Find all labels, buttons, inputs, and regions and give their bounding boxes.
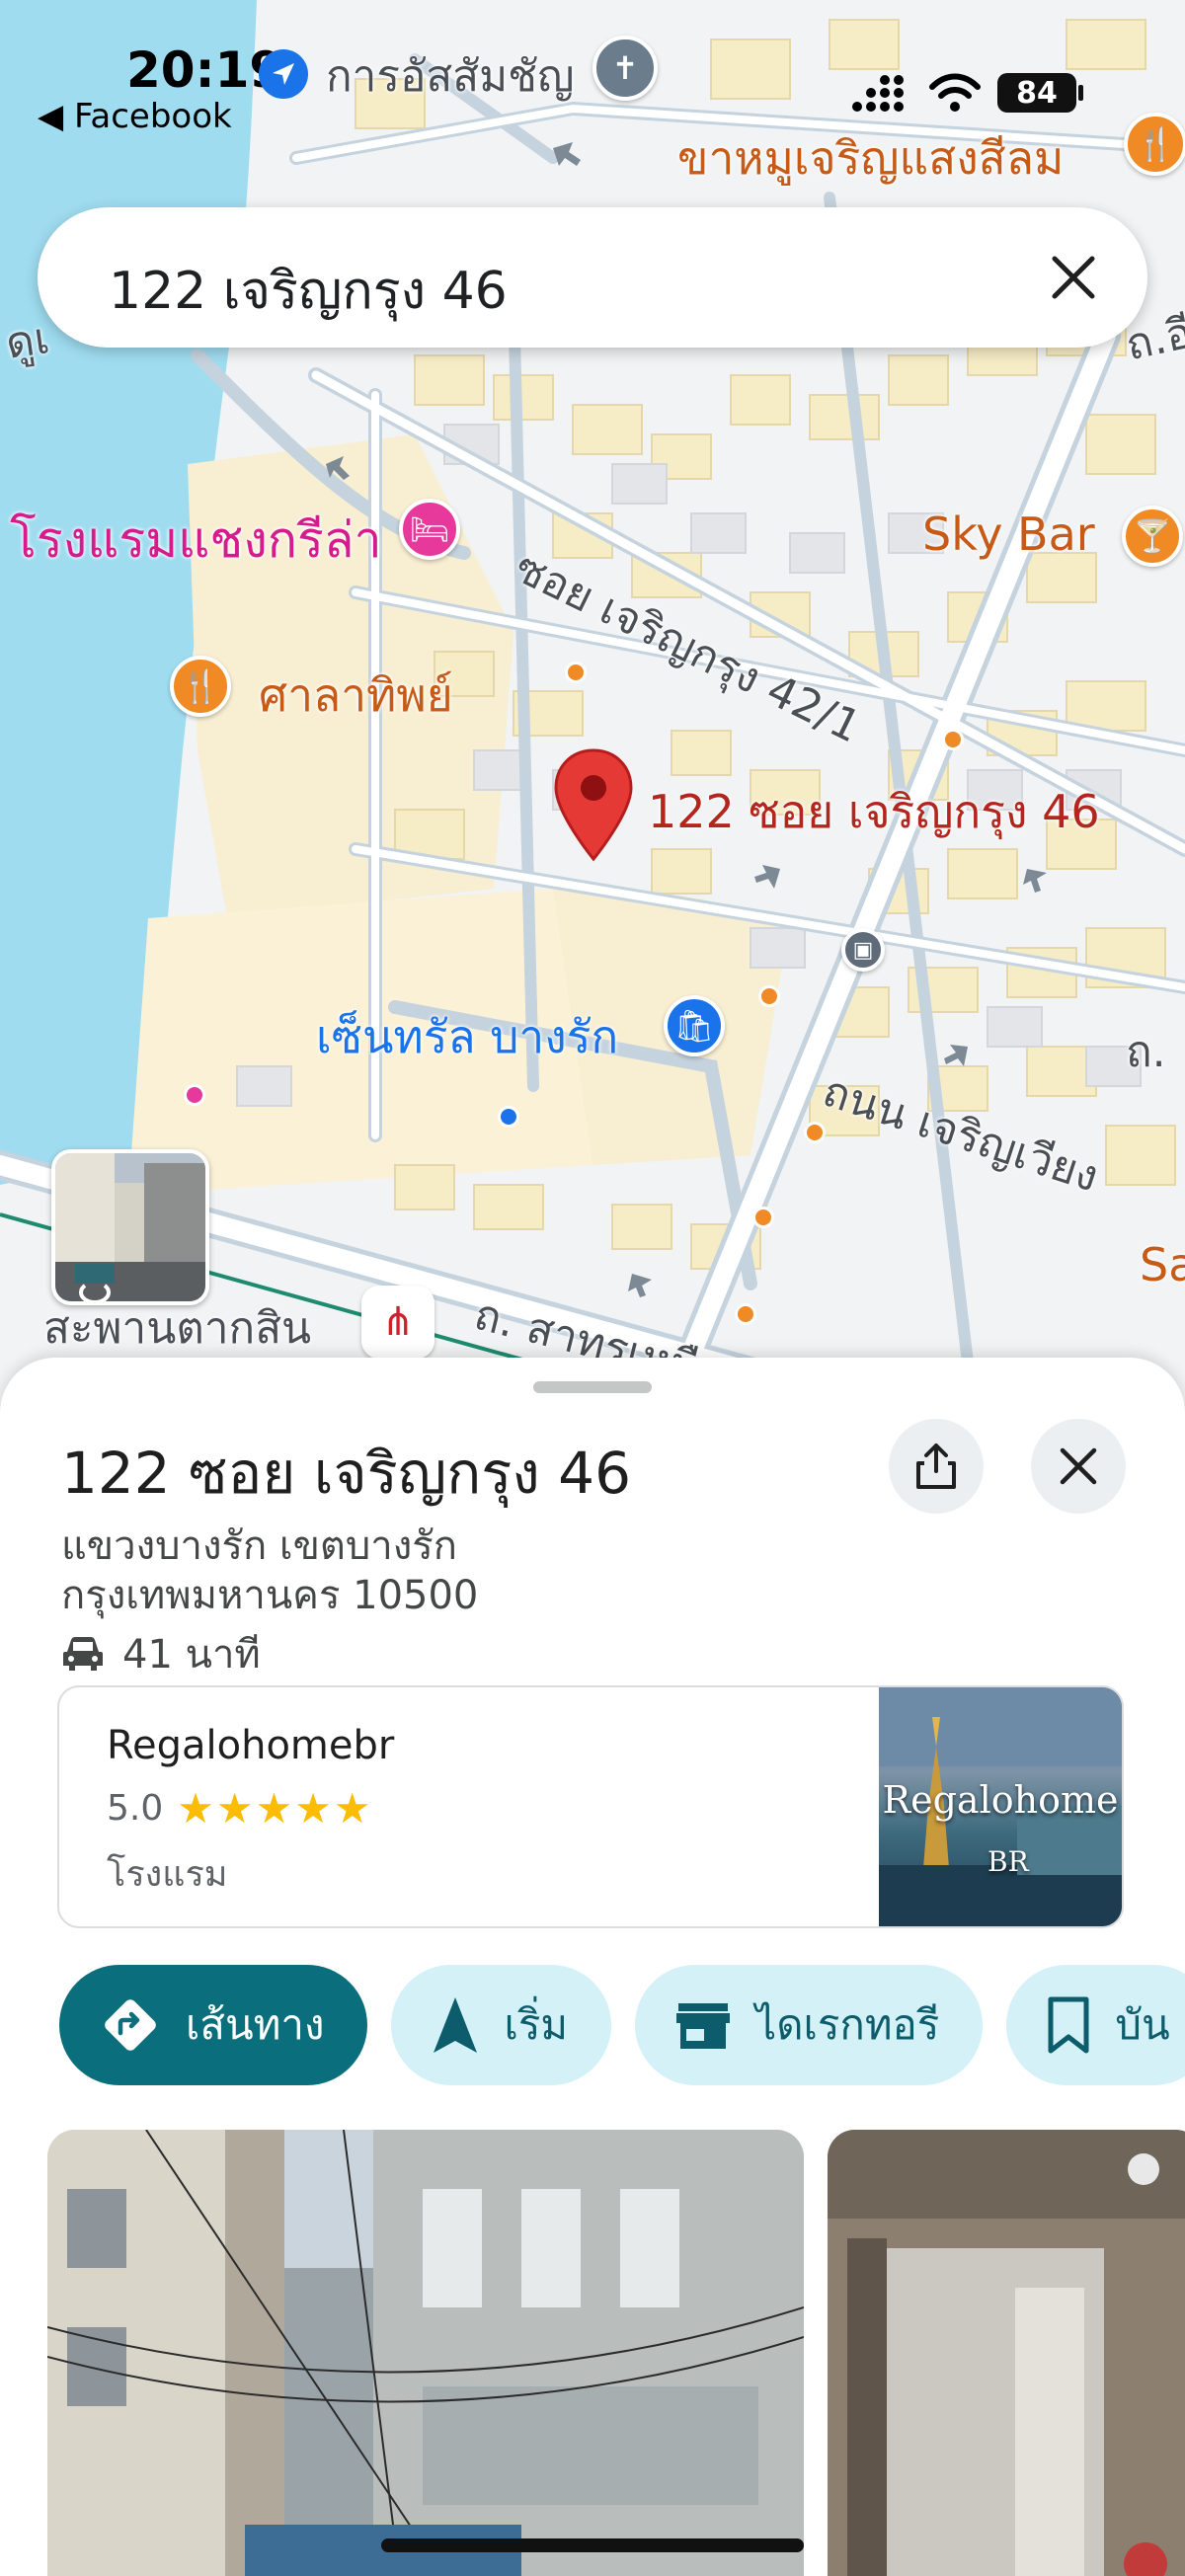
bus-stop-icon[interactable]: ▣ [841,928,885,972]
clear-search-button[interactable] [1039,243,1108,312]
place-sheet[interactable]: 122 ซอย เจริญกรุง 46 แขวงบางรัก เขตบางรั… [0,1358,1185,2576]
directory-button[interactable]: ไดเรกทอรี [635,1965,984,2085]
search-input[interactable]: 122 เจริญกรุง 46 [109,249,508,331]
save-label: บัน [1115,2000,1170,2049]
bar-icon[interactable]: 🍸 [1122,506,1183,567]
search-bar[interactable]: 122 เจริญกรุง 46 [38,207,1147,348]
drive-time-text: 41 นาที [122,1632,261,1678]
poi-dot[interactable] [498,1106,519,1128]
hotel-icon[interactable]: 🛏 [399,499,460,560]
location-arrow-icon [259,49,308,99]
location-pin-icon[interactable] [553,748,634,863]
close-icon [1052,256,1095,299]
map-label-temple: การอัสสัมชัญ [326,51,575,102]
start-label: เริ่ม [504,2000,569,2049]
map-label-restaurant: ขาหมูเจริญแสงสีลม [677,131,1065,185]
battery-tip [1078,85,1083,101]
star-rating-icon: ★★★★★ [177,1784,373,1833]
battery-indicator: 84 [997,73,1076,113]
bts-station-icon[interactable]: ⋔ [361,1286,434,1359]
hotel-image-sub: BR [988,1845,1029,1878]
poi-dot[interactable] [565,662,587,683]
map-label-sa: Sa [1140,1238,1185,1291]
wifi-icon [929,73,981,112]
close-icon [1060,1447,1097,1485]
back-to-app-link[interactable]: ◀ Facebook [38,97,232,136]
place-title: 122 ซอย เจริญกรุง 46 [61,1440,631,1507]
hotel-category: โรงแรม [107,1854,228,1895]
share-icon [916,1444,956,1489]
map-label-central: เซ็นทรัล บางรัก [316,1010,619,1063]
poi-dot[interactable] [752,1207,774,1228]
hotel-image[interactable]: Regalohome BR [879,1687,1122,1926]
map-label-pin: 122 ซอย เจริญกรุง 46 [648,785,1100,838]
street-view-thumbnail[interactable] [51,1149,209,1305]
shopping-icon[interactable]: 🛍 [664,995,725,1056]
drive-time: 41 นาที [61,1622,261,1685]
store-icon [676,2003,731,2049]
navigation-arrow-icon [434,1997,478,2053]
poi-dot[interactable] [758,985,780,1007]
hotel-name: Regalohomebr [107,1723,395,1768]
poi-dot[interactable] [184,1084,205,1106]
bookmark-icon [1048,1996,1089,2054]
poi-dot[interactable] [942,729,964,750]
hotel-rating: 5.0 ★★★★★ [107,1784,373,1833]
map-label-dusit: ดูเ [2,313,53,369]
directions-icon [105,1999,156,2051]
photo-street-view[interactable] [47,2130,804,2576]
address-line-2: กรุงเทพมหานคร 10500 [61,1573,479,1618]
directions-button[interactable]: เส้นทาง [59,1965,368,2085]
start-button[interactable]: เริ่ม [391,1965,612,2085]
hotel-card[interactable]: Regalohomebr 5.0 ★★★★★ โรงแรม Regalohome… [57,1685,1124,1928]
rating-value: 5.0 [107,1788,164,1829]
sheet-drag-handle[interactable] [533,1381,652,1393]
map-label-sala: ศาลาทิพย์ [259,668,453,722]
restaurant-icon[interactable]: 🍴 [170,656,231,717]
map-view[interactable]: ✝ 🍴 🛏 🍸 🍴 🛍 ▣ ⋔ การอัสสัมชัญ ขาหมูเจริญแ… [0,0,1185,1402]
map-label-road-small: ถ. [1126,1027,1166,1077]
share-button[interactable] [889,1419,984,1514]
action-buttons: เส้นทาง เริ่ม ไดเรกทอรี บัน [59,1965,1185,2085]
poi-dot[interactable] [735,1303,756,1325]
hotel-image-text: Regalohome [882,1778,1119,1822]
map-label-hotel: โรงแรมแชงกรีล่า [10,511,382,569]
photo-carousel[interactable] [47,2130,1185,2576]
map-label-sky-bar: Sky Bar [922,507,1095,561]
restaurant-icon[interactable]: 🍴 [1124,113,1185,176]
save-button[interactable]: บัน [1006,1965,1185,2085]
photo-entrance[interactable] [828,2130,1185,2576]
close-sheet-button[interactable] [1031,1419,1126,1514]
signal-icon [852,75,904,112]
car-icon [63,1637,103,1671]
directions-label: เส้นทาง [186,2000,325,2049]
church-icon[interactable]: ✝ [592,36,658,101]
directory-label: ไดเรกทอรี [755,2000,940,2049]
home-indicator[interactable] [381,2538,804,2552]
